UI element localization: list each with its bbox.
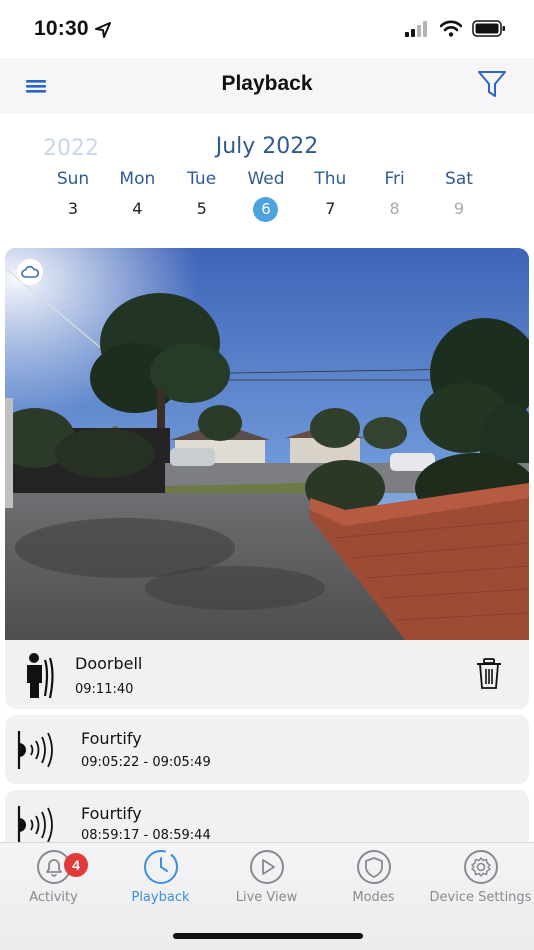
- event-time: 09:11:40: [75, 682, 134, 697]
- day-number: 8: [389, 199, 400, 218]
- cloud-icon: [21, 265, 39, 278]
- tab-device-settings[interactable]: Device Settings: [427, 849, 534, 915]
- day-cell[interactable]: 4: [105, 196, 169, 222]
- day-cell[interactable]: 7: [298, 196, 362, 222]
- event-card[interactable]: Fourtify 08:59:17 - 08:59:44: [5, 790, 529, 842]
- battery-icon: [472, 20, 505, 37]
- day-number: 5: [196, 199, 207, 218]
- tab-label: Live View: [235, 890, 298, 905]
- tab-playback[interactable]: Playback: [107, 849, 214, 915]
- event-feed[interactable]: Doorbell 09:11:40 Fourtify 09:05:22 - 09…: [0, 248, 534, 842]
- day-number: 7: [325, 199, 336, 218]
- tab-label: Modes: [352, 890, 395, 905]
- day-cell[interactable]: 3: [41, 196, 105, 222]
- day-number: 4: [132, 199, 143, 218]
- status-icons: [404, 20, 506, 37]
- gear-icon: [463, 850, 498, 884]
- weekday-label: Fri: [384, 169, 405, 189]
- event-snapshot[interactable]: [5, 248, 529, 640]
- play-icon: [249, 850, 284, 884]
- tab-modes[interactable]: Modes: [320, 849, 427, 915]
- day-cell-disabled: 8: [363, 196, 427, 222]
- home-indicator[interactable]: [173, 933, 363, 939]
- event-title: Doorbell: [75, 654, 143, 673]
- day-number: 9: [453, 199, 465, 218]
- person-doorbell-icon: [27, 653, 54, 699]
- trash-icon: [477, 658, 501, 689]
- clock-icon: [143, 850, 178, 884]
- filter-button[interactable]: [476, 68, 508, 100]
- weekday-label: Tue: [187, 169, 217, 189]
- event-time: 08:59:17 - 08:59:44: [81, 828, 211, 842]
- status-time: 10:30: [34, 17, 89, 40]
- motion-sensor-icon: [17, 806, 53, 842]
- week-calendar: 2022 July 2022 Sun Mon Tue Wed Thu Fri S…: [0, 114, 534, 248]
- tab-label: Device Settings: [429, 890, 532, 905]
- month-year-title: July 2022: [215, 134, 319, 159]
- day-cell-disabled: 9: [427, 196, 491, 222]
- day-row: 3 4 5 6 7 8 9: [41, 196, 491, 222]
- motion-sensor-icon: [17, 731, 53, 769]
- tab-activity[interactable]: Activity 4: [0, 849, 107, 915]
- event-info-row[interactable]: Fourtify 09:05:22 - 09:05:49: [5, 715, 529, 784]
- notification-count-badge: 4: [64, 853, 88, 877]
- weekday-label: Sun: [56, 169, 90, 189]
- location-arrow-icon: [95, 22, 111, 38]
- weekday-label: Sat: [445, 169, 473, 189]
- event-title: Fourtify: [81, 804, 142, 823]
- tab-label: Playback: [131, 890, 190, 905]
- tab-label: Activity: [29, 890, 78, 905]
- wifi-icon: [440, 20, 462, 37]
- cloud-storage-badge: [17, 259, 43, 285]
- event-snapshot-image: [5, 248, 529, 640]
- header: Playback: [0, 58, 534, 114]
- filter-icon: [478, 71, 506, 97]
- weekday-label: Thu: [314, 169, 347, 189]
- delete-event-button[interactable]: [475, 658, 503, 690]
- event-title: Fourtify: [81, 729, 142, 748]
- event-info-row[interactable]: Fourtify 08:59:17 - 08:59:44: [5, 790, 529, 842]
- event-card[interactable]: Doorbell 09:11:40: [5, 248, 529, 709]
- day-number: 3: [67, 199, 79, 218]
- page-title: Playback: [221, 72, 313, 95]
- tab-live-view[interactable]: Live View: [213, 849, 320, 915]
- weekday-header: Sun Mon Tue Wed Thu Fri Sat: [41, 169, 491, 189]
- status-bar: 10:30: [0, 0, 534, 58]
- day-number: 6: [253, 197, 279, 222]
- weekday-label: Wed: [247, 169, 285, 189]
- day-cell-selected[interactable]: 6: [234, 196, 298, 222]
- weekday-label: Mon: [119, 169, 156, 189]
- event-card[interactable]: Fourtify 09:05:22 - 09:05:49: [5, 715, 529, 784]
- shield-icon: [356, 850, 391, 884]
- day-cell[interactable]: 5: [170, 196, 234, 222]
- cellular-signal-icon: [405, 20, 427, 37]
- tab-bar: Activity 4 Playback Live View Modes Devi…: [0, 842, 534, 950]
- event-time: 09:05:22 - 09:05:49: [81, 755, 211, 770]
- event-info-row[interactable]: Doorbell 09:11:40: [5, 640, 529, 709]
